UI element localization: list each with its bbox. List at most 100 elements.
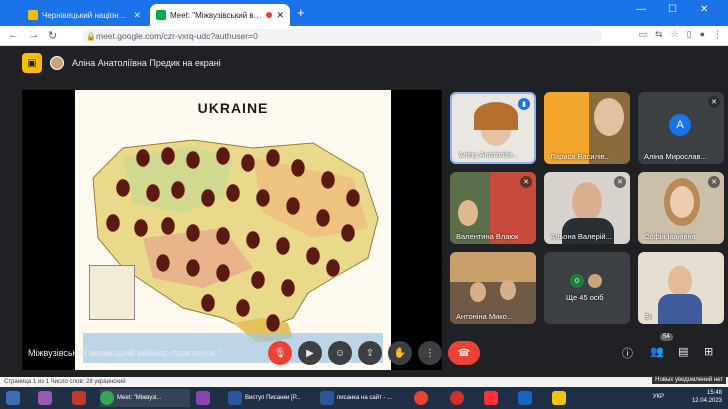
extensions-icon[interactable]: ▯ [687, 29, 692, 40]
forward-icon[interactable]: → [28, 29, 39, 41]
taskbar-app[interactable] [484, 389, 498, 407]
taskbar-label: Виступ Писанки [Р... [245, 395, 301, 401]
participant-tile[interactable]: ✕ Валентина Влаюк [450, 172, 536, 244]
tab-title: Meet: "Міжвузівський вебіна [170, 10, 263, 20]
presentation-tile[interactable]: UKRAINE [22, 90, 442, 370]
participant-tile[interactable]: ✕ Альона Валерій... [544, 172, 630, 244]
powerpoint-icon [72, 391, 86, 405]
presenter-label: Аліна Анатоліївна Предик на екрані [72, 58, 221, 68]
close-tab-icon[interactable]: ✕ [276, 10, 284, 21]
camera-button[interactable]: ▶ [298, 341, 322, 365]
chat-icon[interactable]: ▤ [678, 345, 688, 358]
address-toolbar: ← → ↻ 🔒 meet.google.com/czr-vxrq-udc?aut… [0, 26, 728, 46]
opera-icon [450, 391, 464, 405]
taskbar-window-word1[interactable]: Виступ Писанки [Р... [228, 389, 316, 407]
participant-avatar [588, 274, 602, 288]
browser-tab-meet[interactable]: Meet: "Міжвузівський вебіна ✕ [150, 4, 290, 26]
new-tab-button[interactable]: + [297, 5, 305, 20]
meet-stage: ▣ Аліна Анатоліївна Предик на екрані UKR… [0, 47, 728, 377]
info-icon[interactable]: ⓘ [622, 345, 633, 361]
chrome-icon [100, 391, 114, 405]
shared-slide: UKRAINE [75, 90, 391, 370]
reload-icon[interactable]: ↻ [48, 29, 57, 42]
winrar-icon [196, 391, 210, 405]
taskbar-app[interactable] [552, 389, 566, 407]
meeting-title: Міжвузівський великодній вебінар-практик… [28, 348, 228, 358]
taskbar-label: писанка на сайт - ... [337, 395, 393, 401]
presenter-avatar [50, 56, 64, 70]
chrome-icon [414, 391, 428, 405]
speaking-indicator-icon: ▮ [518, 98, 530, 110]
pin-icon[interactable]: ▣ [22, 53, 42, 73]
participant-name: Софія Іванівна [644, 232, 696, 241]
camera-icon[interactable]: ▭ [638, 29, 647, 40]
people-icon[interactable]: 👥 [650, 345, 664, 358]
maximize-button[interactable]: ☐ [668, 4, 677, 15]
participant-tile[interactable]: ▮ Аліна Анатоліїв... [450, 92, 536, 164]
taskbar-app[interactable] [38, 389, 52, 407]
participant-tile[interactable]: ✕ Софія Іванівна [638, 172, 724, 244]
presentation-header: ▣ Аліна Анатоліївна Предик на екрані [22, 53, 221, 73]
muted-mic-icon: ✕ [614, 176, 626, 188]
people-count-badge: 54 [660, 333, 673, 341]
taskbar-window-meet[interactable]: Meet: "Міжвузі... [100, 389, 190, 407]
address-bar[interactable]: 🔒 meet.google.com/czr-vxrq-udc?authuser=… [82, 29, 602, 44]
slide-title: UKRAINE [197, 100, 269, 116]
participant-tile[interactable]: 0 Ще 45 осіб [544, 252, 630, 324]
taskbar-window-word2[interactable]: писанка на сайт - ... [320, 389, 408, 407]
participant-tile[interactable]: Ви [638, 252, 724, 324]
muted-mic-icon: ✕ [520, 176, 532, 188]
profile-icon[interactable]: ● [700, 29, 705, 40]
taskbar-app[interactable] [450, 389, 464, 407]
self-name: Ви [644, 312, 654, 321]
participant-name: Альона Валерій... [550, 232, 612, 241]
more-count-badge: 0 [570, 274, 584, 288]
participant-tile[interactable]: A ✕ Аліна Мирослав... [638, 92, 724, 164]
system-clock[interactable]: 15:48 12.04.2023 [692, 389, 722, 405]
taskbar-app[interactable] [518, 389, 532, 407]
minimize-button[interactable]: — [636, 4, 646, 15]
close-window-button[interactable]: ✕ [700, 4, 708, 15]
meet-favicon-icon [156, 10, 166, 20]
participant-name: Валентина Влаюк [456, 232, 519, 241]
emoji-button[interactable]: ☺ [328, 341, 352, 365]
star-icon[interactable]: ☆ [671, 29, 679, 40]
participant-name: Антоніна Мико... [456, 312, 514, 321]
mic-off-button[interactable]: 🎙 [268, 341, 292, 365]
participant-name: Аліна Анатоліїв... [458, 150, 519, 159]
present-button[interactable]: ⇪ [358, 341, 382, 365]
taskbar-app[interactable] [72, 389, 86, 407]
call-controls-bar: Міжвузівський великодній вебінар-практик… [0, 333, 728, 372]
keyboard-language[interactable]: УКР [653, 394, 664, 400]
participant-tile[interactable]: Лариса Василів... [544, 92, 630, 164]
muted-mic-icon: ✕ [708, 96, 720, 108]
participant-name: Аліна Мирослав... [644, 152, 707, 161]
start-button[interactable] [6, 389, 20, 407]
activities-icon[interactable]: ⊞ [704, 345, 713, 358]
menu-icon[interactable]: ⋮ [713, 29, 722, 40]
participant-grid: ▮ Аліна Анатоліїв... Лариса Василів... A… [450, 92, 725, 324]
taskbar-app[interactable] [414, 389, 428, 407]
viber-icon [518, 391, 532, 405]
muted-mic-icon: ✕ [708, 176, 720, 188]
back-icon[interactable]: ← [8, 29, 19, 41]
taskbar-app[interactable] [196, 389, 210, 407]
recording-dot-icon [266, 12, 273, 18]
browser-tab-chnu[interactable]: Чернівецький національний ун ✕ [22, 4, 147, 26]
windows-taskbar: Meet: "Міжвузі... Виступ Писанки [Р... п… [0, 387, 728, 409]
more-options-button[interactable]: ⋮ [418, 341, 442, 365]
notification-toast: Новых уведомлений нет [652, 376, 726, 384]
yandex-icon [484, 391, 498, 405]
tab-title: Чернівецький національний ун [42, 10, 129, 20]
participant-tile[interactable]: Антоніна Мико... [450, 252, 536, 324]
raise-hand-button[interactable]: ✋ [388, 341, 412, 365]
url-text: meet.google.com/czr-vxrq-udc?authuser=0 [96, 31, 258, 41]
close-tab-icon[interactable]: ✕ [133, 10, 141, 21]
ukraine-map-image [83, 139, 383, 363]
folder-icon [552, 391, 566, 405]
translate-icon[interactable]: ⇆ [655, 29, 663, 40]
lock-icon: 🔒 [86, 32, 96, 41]
browser-tools: ▭ ⇆ ☆ ▯ ● ⋮ [638, 29, 722, 40]
participant-avatar: A [669, 114, 691, 136]
leave-call-button[interactable]: ☎ [448, 341, 480, 365]
